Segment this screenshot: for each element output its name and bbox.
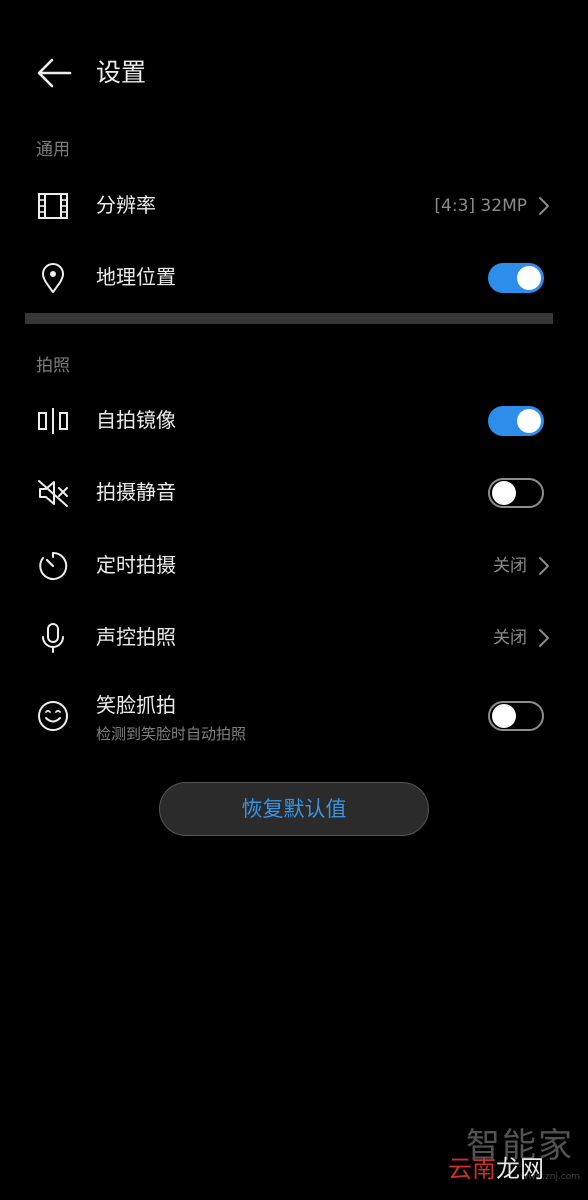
toggle-knob — [517, 266, 541, 290]
watermark-accent-text: 云南 — [448, 1155, 496, 1183]
setting-row-mute[interactable]: 拍摄静音 — [0, 456, 588, 528]
arrow-left-icon — [37, 58, 72, 88]
setting-row-mirror[interactable]: 自拍镜像 — [0, 384, 588, 456]
location-pin-icon — [36, 261, 70, 295]
film-frame-icon — [36, 189, 70, 223]
header-bar: 设置 — [0, 40, 588, 106]
timer-label: 定时拍摄 — [96, 553, 176, 577]
smile-description: 检测到笑脸时自动拍照 — [96, 725, 247, 743]
timer-icon — [36, 549, 70, 583]
setting-row-smile[interactable]: 笑脸抓拍 检测到笑脸时自动拍照 — [0, 679, 588, 751]
section-divider — [25, 313, 553, 324]
toggle-knob — [517, 409, 541, 433]
back-button[interactable] — [34, 54, 74, 92]
mute-toggle[interactable] — [488, 478, 544, 508]
timer-value: 关闭 — [493, 556, 527, 576]
chevron-right-icon — [539, 629, 549, 647]
section-title-photo: 拍照 — [36, 356, 70, 376]
section-title-general: 通用 — [36, 140, 70, 160]
setting-row-voice[interactable]: 声控拍照 关闭 — [0, 601, 588, 673]
restore-defaults-button[interactable]: 恢复默认值 — [159, 782, 429, 836]
voice-value: 关闭 — [493, 628, 527, 648]
mirror-toggle[interactable] — [488, 406, 544, 436]
toggle-knob — [492, 481, 516, 505]
setting-row-timer[interactable]: 定时拍摄 关闭 — [0, 529, 588, 601]
voice-label: 声控拍照 — [96, 625, 176, 649]
toggle-knob — [492, 704, 516, 728]
watermark-url: www.znj.com — [520, 1172, 580, 1182]
smile-label: 笑脸抓拍 — [96, 693, 176, 717]
speaker-muted-icon — [36, 476, 70, 510]
chevron-right-icon — [539, 557, 549, 575]
setting-row-location[interactable]: 地理位置 — [0, 241, 588, 313]
resolution-label: 分辨率 — [96, 193, 156, 217]
watermark-logo: 智能家 云南龙网 www.znj.com — [440, 1128, 580, 1188]
smile-toggle[interactable] — [488, 701, 544, 731]
mute-label: 拍摄静音 — [96, 480, 176, 504]
page-title: 设置 — [96, 58, 147, 87]
mirror-label: 自拍镜像 — [96, 408, 176, 432]
smile-icon — [36, 699, 70, 733]
location-toggle[interactable] — [488, 263, 544, 293]
chevron-right-icon — [539, 197, 549, 215]
resolution-value: [4:3] 32MP — [434, 196, 527, 216]
microphone-icon — [36, 621, 70, 655]
setting-row-resolution[interactable]: 分辨率 [4:3] 32MP — [0, 169, 588, 241]
location-label: 地理位置 — [96, 265, 176, 289]
mirror-icon — [36, 404, 70, 438]
